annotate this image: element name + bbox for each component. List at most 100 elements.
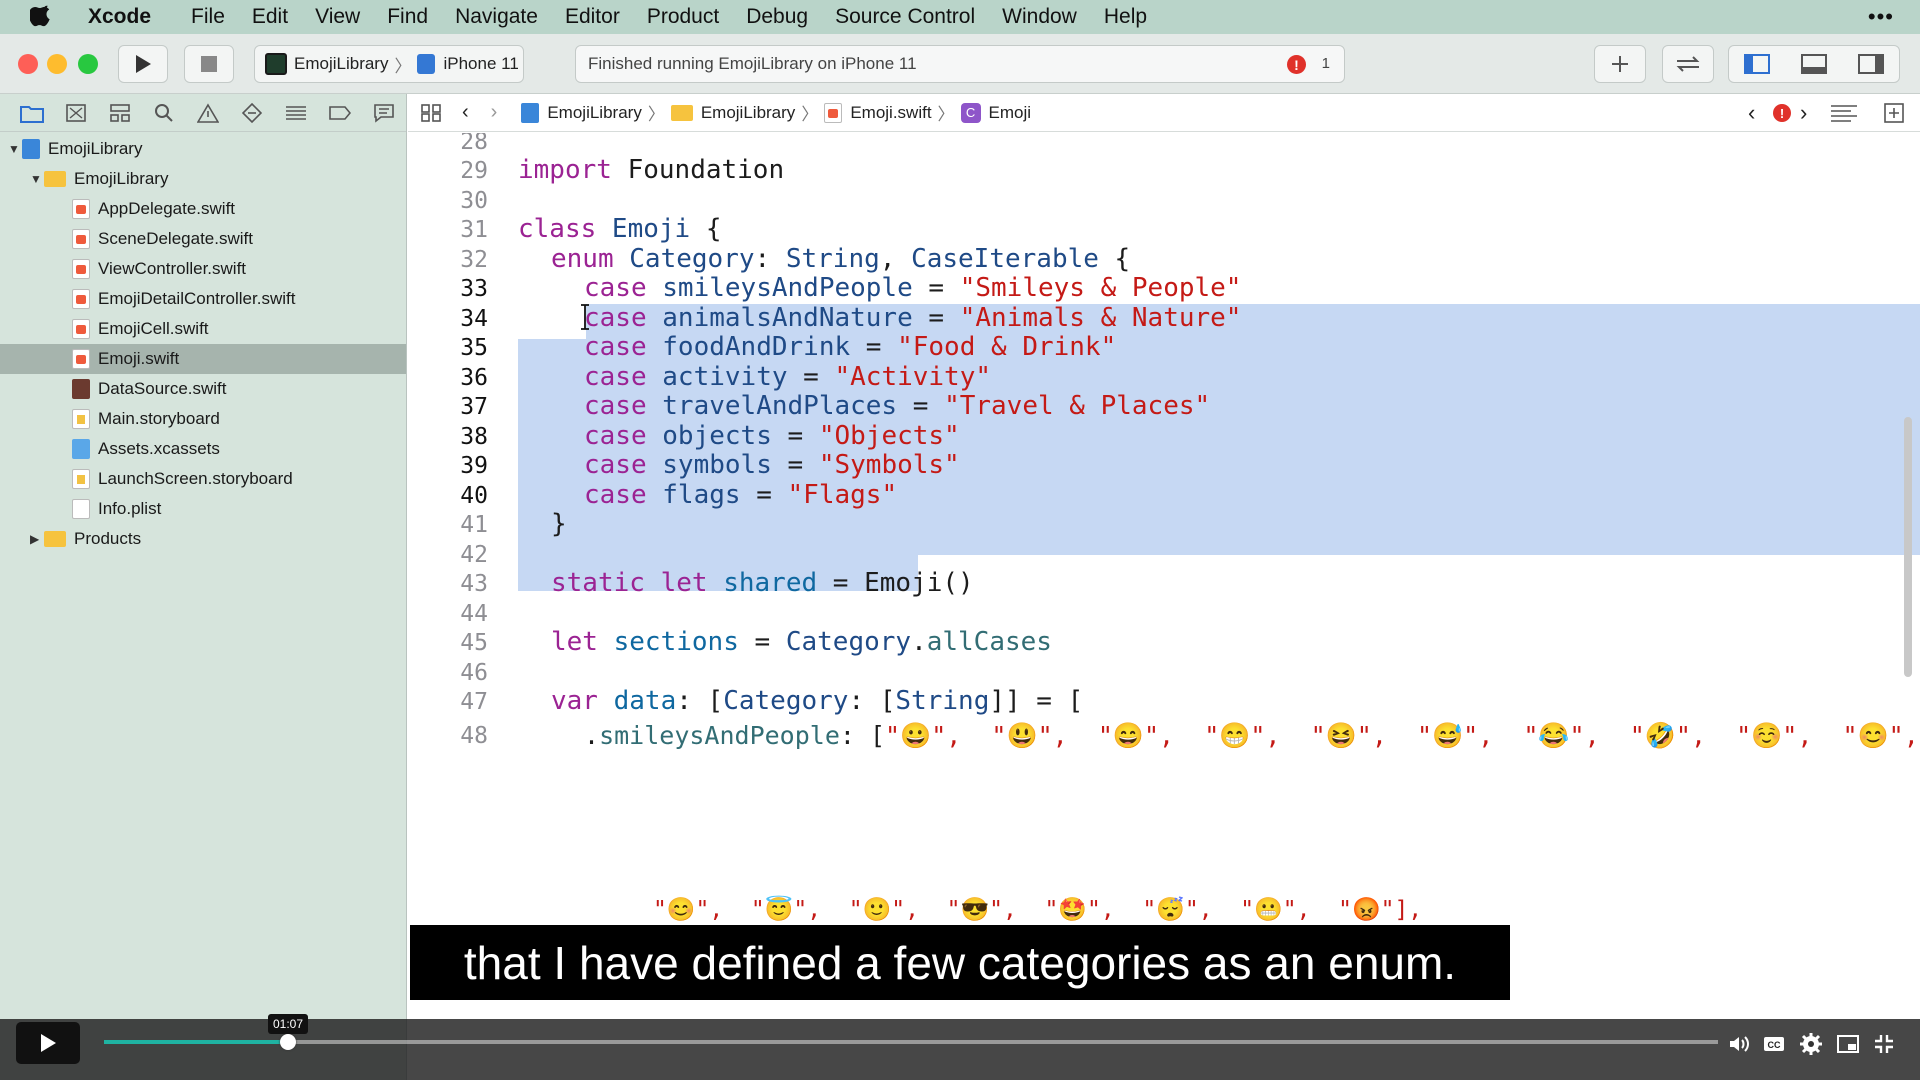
issue-navigator-tab[interactable]: [186, 99, 230, 127]
tree-item-file[interactable]: Info.plist: [0, 494, 406, 524]
apple-icon[interactable]: [30, 5, 52, 29]
minimize-window-button[interactable]: [47, 54, 67, 74]
menu-help[interactable]: Help: [1104, 5, 1147, 29]
tree-item-file[interactable]: DataSource.swift: [0, 374, 406, 404]
breadcrumb-group[interactable]: EmojiLibrary: [701, 103, 795, 123]
tree-item-project[interactable]: ▼ EmojiLibrary: [0, 134, 406, 164]
tree-item-group[interactable]: ▼ EmojiLibrary: [0, 164, 406, 194]
menu-source-control[interactable]: Source Control: [835, 5, 975, 29]
left-panel-icon[interactable]: [1744, 54, 1771, 74]
keyword: case: [584, 391, 647, 421]
swift-file-icon: [824, 102, 843, 123]
code-line-case: case smileysAndPeople = "Smileys & Peopl…: [584, 273, 1242, 303]
tree-item-file[interactable]: EmojiDetailController.swift: [0, 284, 406, 314]
tree-item-file[interactable]: LaunchScreen.storyboard: [0, 464, 406, 494]
project-navigator-tab[interactable]: [10, 99, 54, 127]
string-literal: "Animals & Nature": [959, 303, 1242, 333]
grid-icon[interactable]: [420, 103, 442, 123]
vertical-scrollbar[interactable]: [1904, 417, 1912, 677]
disclosure-open-icon[interactable]: ▼: [8, 142, 22, 156]
error-icon[interactable]: !: [1287, 55, 1306, 74]
next-issue-icon[interactable]: ›: [1800, 100, 1807, 126]
code-line-case: case flags = "Flags": [584, 480, 898, 510]
menu-window[interactable]: Window: [1002, 5, 1077, 29]
picture-in-picture-icon[interactable]: [1836, 1032, 1860, 1056]
bottom-panel-icon[interactable]: [1800, 54, 1827, 74]
menu-edit[interactable]: Edit: [252, 5, 288, 29]
code-line: static let shared = Emoji(): [551, 568, 974, 598]
code-review-button[interactable]: [1662, 45, 1714, 83]
disclosure-open-icon[interactable]: ▼: [30, 172, 44, 186]
keyword: let: [660, 568, 708, 598]
line-number: 33: [460, 276, 488, 302]
source-control-tab[interactable]: [54, 99, 98, 127]
line-number: 40: [460, 483, 488, 509]
run-button[interactable]: [118, 45, 168, 83]
tree-item-file[interactable]: Main.storyboard: [0, 404, 406, 434]
breadcrumb-project[interactable]: EmojiLibrary: [547, 103, 641, 123]
breakpoint-icon: [329, 105, 351, 120]
line-number: 38: [460, 424, 488, 450]
string-literal: "Objects": [818, 421, 960, 451]
close-window-button[interactable]: [18, 54, 38, 74]
debug-navigator-tab[interactable]: [274, 99, 318, 127]
tree-item-file-selected[interactable]: Emoji.swift: [0, 344, 406, 374]
menu-navigate[interactable]: Navigate: [455, 5, 538, 29]
menu-product[interactable]: Product: [647, 5, 719, 29]
menu-debug[interactable]: Debug: [746, 5, 808, 29]
menu-editor[interactable]: Editor: [565, 5, 620, 29]
menu-find[interactable]: Find: [387, 5, 428, 29]
tree-item-label: Info.plist: [98, 499, 162, 518]
case-name: travelAndPlaces: [662, 391, 898, 421]
tree-item-file[interactable]: EmojiCell.swift: [0, 314, 406, 344]
stop-icon: [201, 56, 217, 72]
lines-icon[interactable]: [1830, 104, 1858, 122]
video-play-button[interactable]: [16, 1022, 80, 1064]
settings-gear-icon[interactable]: [1799, 1032, 1823, 1056]
project-navigator: ▼ EmojiLibrary ▼ EmojiLibrary AppDelegat…: [0, 94, 407, 1080]
scheme-selector[interactable]: EmojiLibrary 〉 iPhone 11: [254, 45, 524, 83]
menu-app-name[interactable]: Xcode: [88, 5, 151, 29]
closed-captions-icon[interactable]: CC: [1762, 1032, 1786, 1056]
swift-file-icon: [72, 349, 90, 369]
code-text: : [: [839, 721, 886, 750]
warning-icon: [197, 102, 219, 123]
disclosure-closed-icon[interactable]: ▶: [30, 532, 44, 546]
report-navigator-tab[interactable]: [362, 99, 406, 127]
volume-icon[interactable]: [1727, 1032, 1751, 1056]
zoom-window-button[interactable]: [78, 54, 98, 74]
navigator-tabs: [0, 94, 406, 132]
symbol-navigator-tab[interactable]: [98, 99, 142, 127]
library-button[interactable]: [1594, 45, 1646, 83]
fullscreen-exit-icon[interactable]: [1872, 1032, 1896, 1056]
line-number: 39: [460, 453, 488, 479]
find-navigator-tab[interactable]: [142, 99, 186, 127]
add-editor-icon[interactable]: [1884, 103, 1904, 123]
tree-item-file[interactable]: SceneDelegate.swift: [0, 224, 406, 254]
tree-item-group[interactable]: ▶ Products: [0, 524, 406, 554]
breadcrumb-symbol[interactable]: Emoji: [989, 103, 1032, 123]
menu-file[interactable]: File: [191, 5, 225, 29]
tree-item-file[interactable]: AppDelegate.swift: [0, 194, 406, 224]
project-icon: [521, 102, 540, 123]
video-progress-track[interactable]: [104, 1040, 1718, 1044]
tree-item-file[interactable]: ViewController.swift: [0, 254, 406, 284]
toolbar: EmojiLibrary 〉 iPhone 11 Finished runnin…: [0, 34, 1920, 94]
right-panel-icon[interactable]: [1857, 54, 1884, 74]
forward-arrow-icon[interactable]: ›: [491, 101, 498, 124]
back-arrow-icon[interactable]: ‹: [462, 101, 469, 124]
tree-item-file[interactable]: Assets.xcassets: [0, 434, 406, 464]
folder-icon: [44, 531, 66, 547]
more-icon[interactable]: •••: [1868, 4, 1894, 30]
video-time-tooltip: 01:07: [267, 1014, 308, 1034]
previous-issue-icon[interactable]: ‹: [1748, 100, 1755, 126]
line-number: 28: [460, 133, 488, 155]
stop-button[interactable]: [184, 45, 234, 83]
menu-view[interactable]: View: [315, 5, 360, 29]
code-line: .smileysAndPeople: ["😀", "😃", "😄", "😁", …: [584, 721, 1919, 751]
breadcrumb-file[interactable]: Emoji.swift: [850, 103, 931, 123]
breakpoint-navigator-tab[interactable]: [318, 99, 362, 127]
video-progress-handle[interactable]: [279, 1034, 296, 1050]
test-navigator-tab[interactable]: [230, 99, 274, 127]
error-icon[interactable]: !: [1773, 104, 1791, 122]
